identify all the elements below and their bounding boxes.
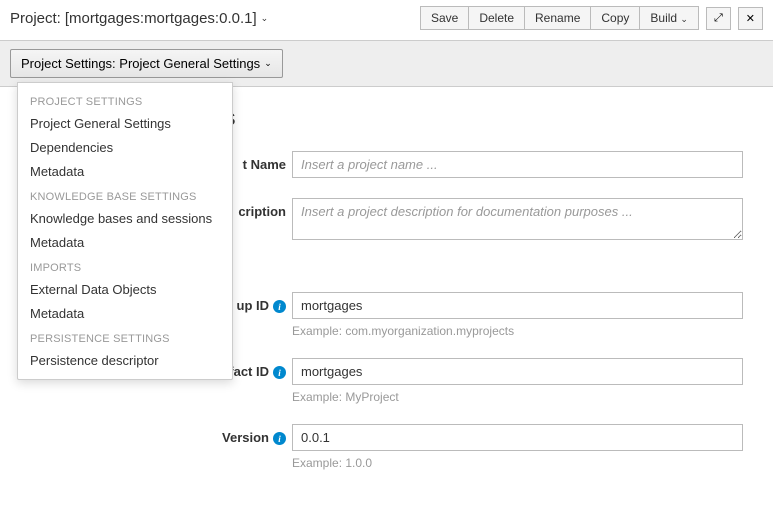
save-button[interactable]: Save [420, 6, 469, 30]
menu-item-persistence[interactable]: Persistence descriptor [18, 349, 232, 373]
menu-item-external-data[interactable]: External Data Objects [18, 278, 232, 302]
description-input[interactable] [292, 198, 743, 240]
project-label: Project: [10, 10, 61, 27]
menu-item-kb-metadata[interactable]: Metadata [18, 231, 232, 255]
menu-item-import-metadata[interactable]: Metadata [18, 302, 232, 326]
project-selector[interactable]: Project: [mortgages:mortgages:0.0.1] ⌄ [10, 10, 268, 27]
group-id-input[interactable] [292, 292, 743, 319]
version-hint: Example: 1.0.0 [292, 456, 743, 470]
dropdown-section-header: IMPORTS [18, 255, 232, 278]
info-icon[interactable]: i [273, 432, 286, 445]
version-label: Versioni [200, 424, 286, 445]
artifact-id-hint: Example: MyProject [292, 390, 743, 404]
header: Project: [mortgages:mortgages:0.0.1] ⌄ S… [0, 0, 773, 36]
project-name-input[interactable] [292, 151, 743, 178]
version-input[interactable] [292, 424, 743, 451]
build-button[interactable]: Build ⌄ [639, 6, 699, 30]
chevron-down-icon: ⌄ [264, 58, 272, 69]
expand-icon[interactable]: ⤢ [706, 7, 731, 30]
menu-item-metadata[interactable]: Metadata [18, 160, 232, 184]
menu-item-dependencies[interactable]: Dependencies [18, 136, 232, 160]
page-title: ngs [200, 105, 743, 131]
chevron-down-icon: ⌄ [261, 13, 269, 24]
settings-dropdown-button[interactable]: Project Settings: Project General Settin… [10, 49, 283, 78]
toolbar: Project Settings: Project General Settin… [0, 40, 773, 87]
rename-button[interactable]: Rename [524, 6, 591, 30]
close-icon[interactable]: ✕ [738, 7, 763, 30]
menu-item-general-settings[interactable]: Project General Settings [18, 112, 232, 136]
info-icon[interactable]: i [273, 366, 286, 379]
info-icon[interactable]: i [273, 300, 286, 313]
delete-button[interactable]: Delete [468, 6, 525, 30]
artifact-id-input[interactable] [292, 358, 743, 385]
chevron-down-icon: ⌄ [680, 14, 688, 24]
settings-dropdown-menu: PROJECT SETTINGS Project General Setting… [17, 82, 233, 380]
project-name: [mortgages:mortgages:0.0.1] [65, 10, 257, 27]
menu-item-kbase-sessions[interactable]: Knowledge bases and sessions [18, 207, 232, 231]
action-buttons: Save Delete Rename Copy Build ⌄ [421, 6, 699, 30]
dropdown-section-header: PERSISTENCE SETTINGS [18, 326, 232, 349]
copy-button[interactable]: Copy [590, 6, 640, 30]
gav-section: l [200, 263, 743, 278]
dropdown-section-header: KNOWLEDGE BASE SETTINGS [18, 184, 232, 207]
dropdown-section-header: PROJECT SETTINGS [18, 89, 232, 112]
group-id-hint: Example: com.myorganization.myprojects [292, 324, 743, 338]
